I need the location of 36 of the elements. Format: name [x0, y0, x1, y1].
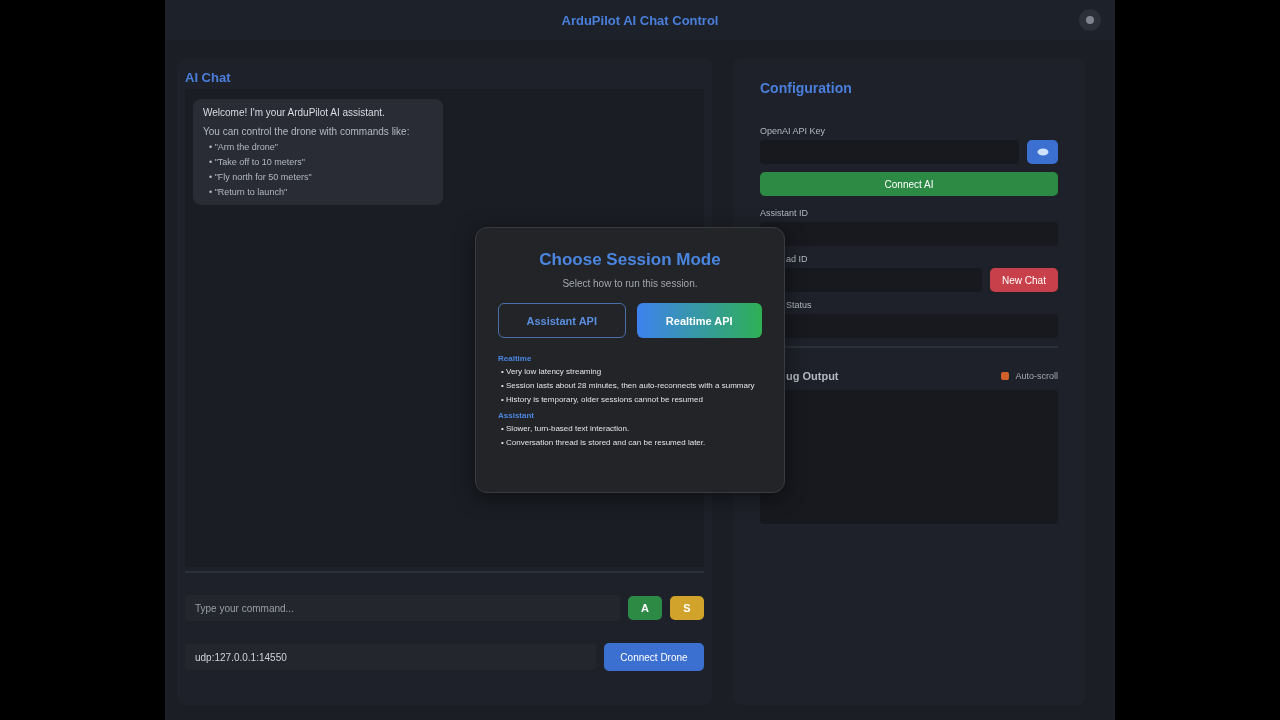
bullet-point: • Very low latency streaming [500, 366, 603, 377]
section-title: ug Output [785, 370, 839, 382]
connect-ai-button[interactable]: Connect AI [760, 172, 1058, 196]
field-label: Status [785, 300, 813, 310]
list-item: • "Return to launch" [208, 187, 289, 197]
input-field[interactable] [760, 222, 1058, 246]
connection-input[interactable]: udp:127.0.0.1:14550 [185, 644, 596, 670]
checkbox[interactable] [1001, 372, 1010, 380]
show-key-button[interactable] [1027, 140, 1058, 164]
list-item: • "Arm the drone" [208, 142, 280, 152]
message-text: Welcome! I'm your ArduPilot AI assistant. [203, 107, 386, 118]
new-chat-button[interactable]: New Chat [990, 268, 1058, 292]
app-title: ArduPilot AI Chat Control [561, 12, 719, 28]
section-heading: Realtime [498, 354, 533, 363]
settings-button[interactable] [1079, 9, 1101, 31]
connect-button[interactable]: Connect Drone [604, 643, 704, 671]
chat-button[interactable]: A [628, 596, 662, 620]
panel-title: AI Chat [185, 70, 232, 85]
dialog-title: Choose Session Mode [538, 250, 722, 270]
message-text: You can control the drone with commands like: [203, 126, 411, 137]
command-input[interactable]: Type your command... [185, 595, 620, 621]
bullet-point: • Session lasts about 28 minutes, then auto-reconnects with a summary [500, 380, 756, 391]
checkbox-label: Auto-scroll [1015, 371, 1058, 381]
panel-title: Configuration [760, 80, 853, 96]
bullet-point: • Slower, turn-based text interaction. [500, 423, 631, 434]
list-item: • "Take off to 10 meters" [208, 157, 306, 167]
field-label: Assistant ID [760, 208, 809, 218]
field-label: ad ID [785, 254, 809, 264]
mode-button[interactable]: Assistant API [498, 303, 626, 338]
list-item: • "Fly north for 50 meters" [208, 172, 313, 182]
field-label: OpenAI API Key [760, 126, 827, 136]
section-heading: Assistant [498, 411, 535, 420]
dialog-subtitle: Select how to run this session. [561, 278, 699, 289]
bullet-point: • History is temporary, older sessions cannot be resumed [500, 394, 704, 405]
bullet-point: • Conversation thread is stored and can be resumed later. [500, 437, 707, 448]
mode-button[interactable]: Realtime API [636, 303, 762, 338]
